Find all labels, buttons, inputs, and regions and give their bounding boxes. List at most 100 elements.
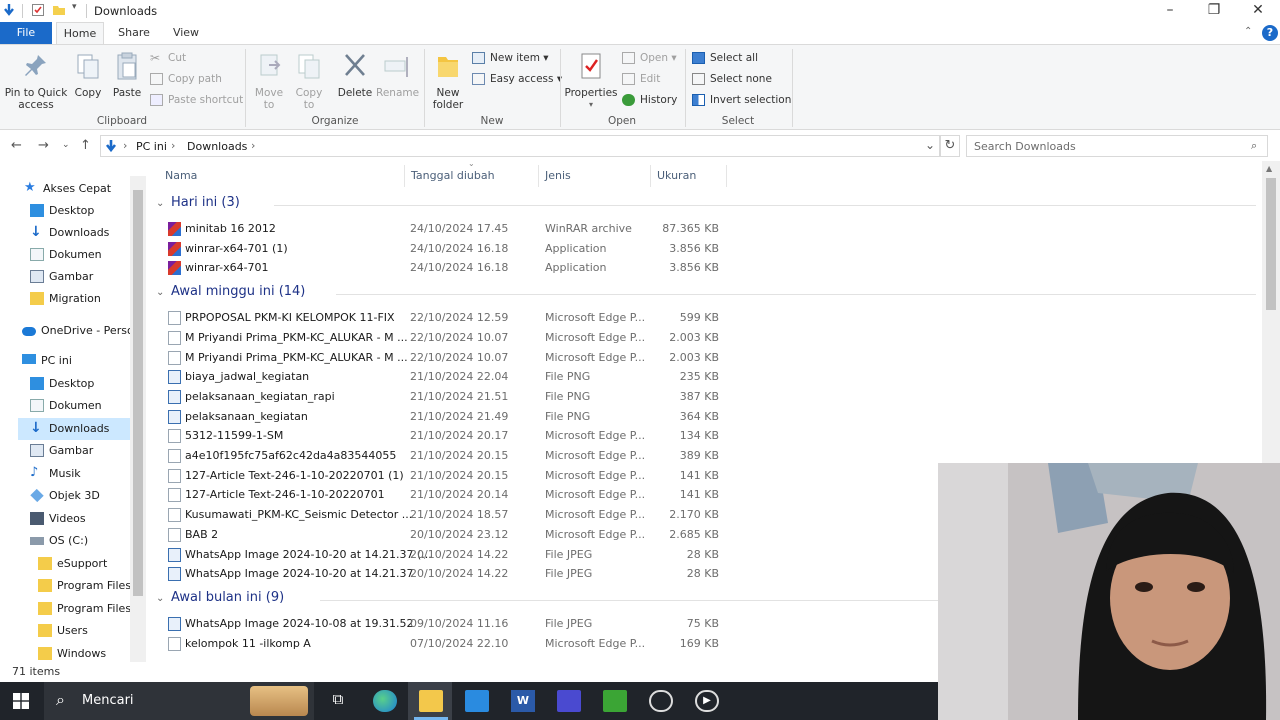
- file-row[interactable]: BAB 2 20/10/2024 23.12 Microsoft Edge P...…: [166, 525, 866, 545]
- tab-home[interactable]: Home: [56, 22, 104, 44]
- rename-label: Rename: [376, 87, 420, 99]
- cut-button[interactable]: ✂ Cut: [150, 49, 186, 67]
- properties-button[interactable]: Properties ▾: [564, 51, 618, 111]
- column-header-type[interactable]: Jenis: [545, 169, 571, 189]
- word-icon[interactable]: W: [511, 690, 535, 712]
- recent-locations-icon[interactable]: ⌄: [62, 140, 70, 150]
- forward-icon[interactable]: →: [38, 138, 49, 153]
- customize-quick-access-icon[interactable]: ▾: [72, 2, 77, 12]
- group-collapse-icon[interactable]: ⌄: [156, 593, 168, 604]
- group-header[interactable]: ⌄ Awal minggu ini (14): [156, 284, 305, 304]
- properties-quick-icon[interactable]: [31, 3, 45, 17]
- file-list-scrollbar-thumb[interactable]: [1266, 178, 1276, 310]
- copy-button[interactable]: Copy: [72, 51, 104, 99]
- restore-button[interactable]: ❐: [1192, 0, 1236, 22]
- new-item-button[interactable]: New item ▾: [472, 49, 549, 67]
- back-icon[interactable]: ←: [11, 138, 22, 153]
- pin-to-quick-access-button[interactable]: Pin to Quick access: [4, 51, 68, 111]
- down-arrow-icon[interactable]: [2, 3, 16, 17]
- spreadsheet-app-icon[interactable]: [603, 690, 627, 712]
- open-button[interactable]: Open ▾: [622, 49, 677, 67]
- select-none-button[interactable]: Select none: [692, 70, 772, 88]
- close-button[interactable]: ✕: [1236, 0, 1280, 22]
- column-separator[interactable]: [538, 165, 539, 187]
- new-folder-button[interactable]: New folder: [428, 51, 468, 111]
- column-header-size[interactable]: Ukuran: [657, 169, 696, 189]
- file-row[interactable]: 5312-11599-1-SM 21/10/2024 20.17 Microsoft…: [166, 426, 866, 446]
- file-row[interactable]: PRPOPOSAL PKM-KI KELOMPOK 11-FIX 22/10/20…: [166, 308, 866, 328]
- help-icon[interactable]: ?: [1262, 25, 1278, 41]
- math-app-icon[interactable]: [557, 690, 581, 712]
- paste-shortcut-button[interactable]: Paste shortcut: [150, 91, 243, 109]
- file-row[interactable]: winrar-x64-701 24/10/2024 16.18 Applicatio…: [166, 258, 866, 278]
- file-row[interactable]: winrar-x64-701 (1) 24/10/2024 16.18 Applic…: [166, 239, 866, 259]
- column-separator[interactable]: [650, 165, 651, 187]
- mail-icon[interactable]: [465, 690, 489, 712]
- file-row[interactable]: M Priyandi Prima_PKM-KC_ALUKAR - M ... 22…: [166, 348, 866, 368]
- video-icon: [30, 512, 44, 525]
- edge-browser-icon[interactable]: [373, 690, 397, 712]
- recorder-icon[interactable]: [649, 690, 673, 712]
- copy-to-button[interactable]: Copy to: [292, 51, 326, 111]
- tab-view[interactable]: View: [166, 22, 206, 44]
- image-file-icon: [168, 409, 181, 424]
- file-row[interactable]: a4e10f195fc75af62c42da4a83544055 21/10/20…: [166, 446, 866, 466]
- file-name: kelompok 11 -ilkomp A: [185, 636, 311, 650]
- move-to-button[interactable]: Move to: [252, 51, 286, 111]
- file-explorer-icon[interactable]: [419, 690, 443, 712]
- tab-share[interactable]: Share: [112, 22, 156, 44]
- file-row[interactable]: pelaksanaan_kegiatan 21/10/2024 21.49 File…: [166, 407, 866, 427]
- file-row[interactable]: minitab 16 2012 24/10/2024 17.45 WinRAR ar…: [166, 219, 866, 239]
- breadcrumb-pc[interactable]: PC ini: [136, 140, 167, 153]
- media-player-icon[interactable]: ▶: [695, 690, 719, 712]
- refresh-icon[interactable]: ↻: [940, 135, 960, 157]
- search-input[interactable]: Search Downloads ⌕: [966, 135, 1268, 157]
- file-row[interactable]: WhatsApp Image 2024-10-20 at 14.21.37 (.…: [166, 545, 866, 565]
- invert-selection-button[interactable]: Invert selection: [692, 91, 791, 109]
- new-folder-label: New folder: [432, 87, 464, 111]
- history-button[interactable]: History: [622, 91, 677, 109]
- chevron-right-icon: ›: [171, 139, 176, 152]
- group-collapse-icon[interactable]: ⌄: [156, 198, 168, 209]
- edit-button[interactable]: Edit: [622, 70, 660, 88]
- group-collapse-icon[interactable]: ⌄: [156, 287, 168, 298]
- paste-button[interactable]: Paste: [110, 51, 144, 99]
- address-dropdown-icon[interactable]: ⌄: [925, 138, 935, 152]
- file-row[interactable]: M Priyandi Prima_PKM-KC_ALUKAR - M ... 22…: [166, 328, 866, 348]
- file-row[interactable]: 127-Article Text-246-1-10-20220701 (1) 21…: [166, 466, 866, 486]
- minimize-button[interactable]: –: [1148, 0, 1192, 22]
- easy-access-button[interactable]: Easy access ▾: [472, 70, 562, 88]
- tab-file[interactable]: File: [0, 22, 52, 44]
- address-bar[interactable]: › PC ini › Downloads › ⌄: [100, 135, 940, 157]
- windows-start-icon[interactable]: [13, 693, 29, 709]
- breadcrumb-downloads[interactable]: Downloads: [187, 140, 247, 153]
- search-highlight-image: [250, 686, 308, 716]
- group-header[interactable]: ⌄ Awal bulan ini (9): [156, 590, 284, 610]
- column-header-name[interactable]: Nama: [165, 169, 197, 189]
- file-row[interactable]: WhatsApp Image 2024-10-20 at 14.21.37 20/…: [166, 564, 866, 584]
- file-row[interactable]: pelaksanaan_kegiatan_rapi 21/10/2024 21.5…: [166, 387, 866, 407]
- taskbar-search-box[interactable]: ⌕ Mencari: [44, 682, 314, 720]
- file-row[interactable]: Kusumawati_PKM-KC_Seismic Detector ... 21…: [166, 505, 866, 525]
- scroll-up-icon[interactable]: ▲: [1266, 164, 1272, 173]
- nav-scrollbar-thumb[interactable]: [133, 190, 143, 596]
- collapse-ribbon-icon[interactable]: ⌃: [1244, 26, 1252, 37]
- file-row[interactable]: biaya_jadwal_kegiatan 21/10/2024 22.04 Fil…: [166, 367, 866, 387]
- file-row[interactable]: WhatsApp Image 2024-10-08 at 19.31.52 09/…: [166, 614, 866, 634]
- file-type: File PNG: [545, 370, 591, 384]
- file-type: Microsoft Edge P...: [545, 449, 646, 462]
- rename-button[interactable]: Rename: [376, 51, 420, 99]
- copy-path-button[interactable]: Copy path: [150, 70, 222, 88]
- file-row[interactable]: 127-Article Text-246-1-10-20220701 21/10/…: [166, 485, 866, 505]
- column-header-date[interactable]: Tanggal diubah: [411, 169, 495, 189]
- file-row[interactable]: kelompok 11 -ilkomp A 07/10/2024 22.10 Mic…: [166, 634, 866, 654]
- select-all-button[interactable]: Select all: [692, 49, 758, 67]
- group-header[interactable]: ⌄ Hari ini (3): [156, 195, 240, 215]
- delete-button[interactable]: Delete: [336, 51, 374, 99]
- column-separator[interactable]: [726, 165, 727, 187]
- task-view-icon[interactable]: ⧉: [326, 690, 350, 712]
- up-icon[interactable]: ↑: [80, 138, 91, 153]
- column-separator[interactable]: [404, 165, 405, 187]
- new-folder-quick-icon[interactable]: [52, 3, 66, 17]
- cloud-icon: [22, 327, 36, 336]
